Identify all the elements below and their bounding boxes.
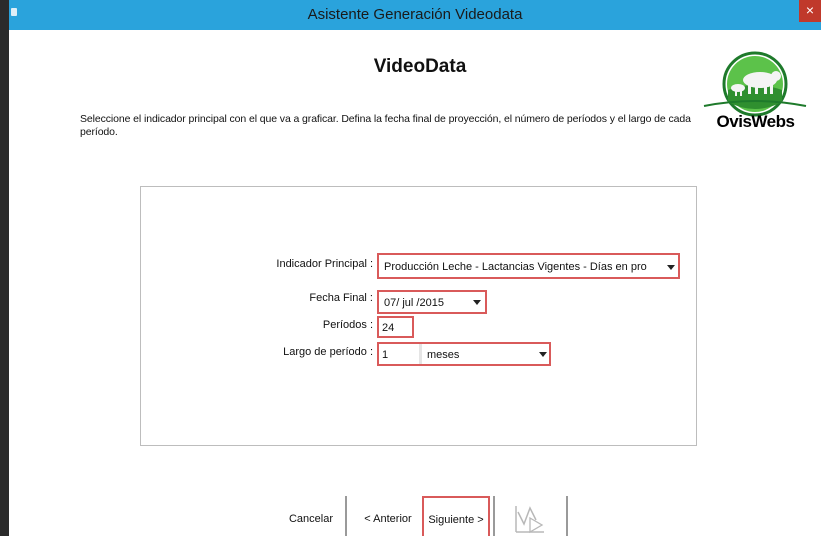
close-icon: × <box>805 2 815 18</box>
largo-value-input[interactable]: 1 <box>382 349 388 361</box>
indicador-value: Producción Leche - Lactancias Vigentes -… <box>384 261 647 273</box>
logo-text: OvisWebs <box>716 112 795 131</box>
next-button[interactable]: Siguiente > <box>422 496 490 536</box>
title-bar[interactable]: Asistente Generación Videodata × <box>9 0 821 30</box>
video-chart-icon <box>515 506 544 534</box>
largo-group: 1 meses <box>377 342 551 366</box>
button-divider <box>566 496 568 536</box>
periodos-value: 24 <box>382 322 395 334</box>
button-divider <box>493 496 495 536</box>
fecha-label: Fecha Final : <box>309 292 373 304</box>
chevron-down-icon <box>539 352 547 357</box>
cancel-button[interactable]: Cancelar <box>280 496 342 536</box>
fecha-value: 07/ jul /2015 <box>384 297 444 309</box>
periodos-label: Períodos : <box>322 319 373 331</box>
options-panel <box>140 186 697 446</box>
window-left-edge <box>0 0 9 536</box>
wizard-window: Asistente Generación Videodata × VideoDa… <box>0 0 821 536</box>
spinner-divider <box>419 344 422 364</box>
sheep-logo-icon <box>703 51 807 117</box>
instructions-text: Seleccione el indicador principal con el… <box>80 113 691 138</box>
largo-unit-select[interactable]: meses <box>427 349 459 361</box>
close-button[interactable]: × <box>799 0 821 22</box>
window-title: Asistente Generación Videodata <box>307 6 523 23</box>
largo-label: Largo de período : <box>283 346 373 358</box>
finish-button[interactable] <box>510 500 550 536</box>
previous-button[interactable]: < Anterior <box>358 496 418 536</box>
indicador-select[interactable]: Producción Leche - Lactancias Vigentes -… <box>377 253 680 279</box>
indicador-label: Indicador Principal : <box>276 258 373 270</box>
periodos-input[interactable]: 24 <box>377 316 414 338</box>
page-heading: VideoData <box>373 56 467 77</box>
fecha-date-picker[interactable]: 07/ jul /2015 <box>377 290 487 314</box>
oviswebs-logo: OvisWebs <box>698 50 813 140</box>
button-divider <box>345 496 347 536</box>
chevron-down-icon <box>667 265 675 270</box>
chevron-down-icon <box>473 300 481 305</box>
